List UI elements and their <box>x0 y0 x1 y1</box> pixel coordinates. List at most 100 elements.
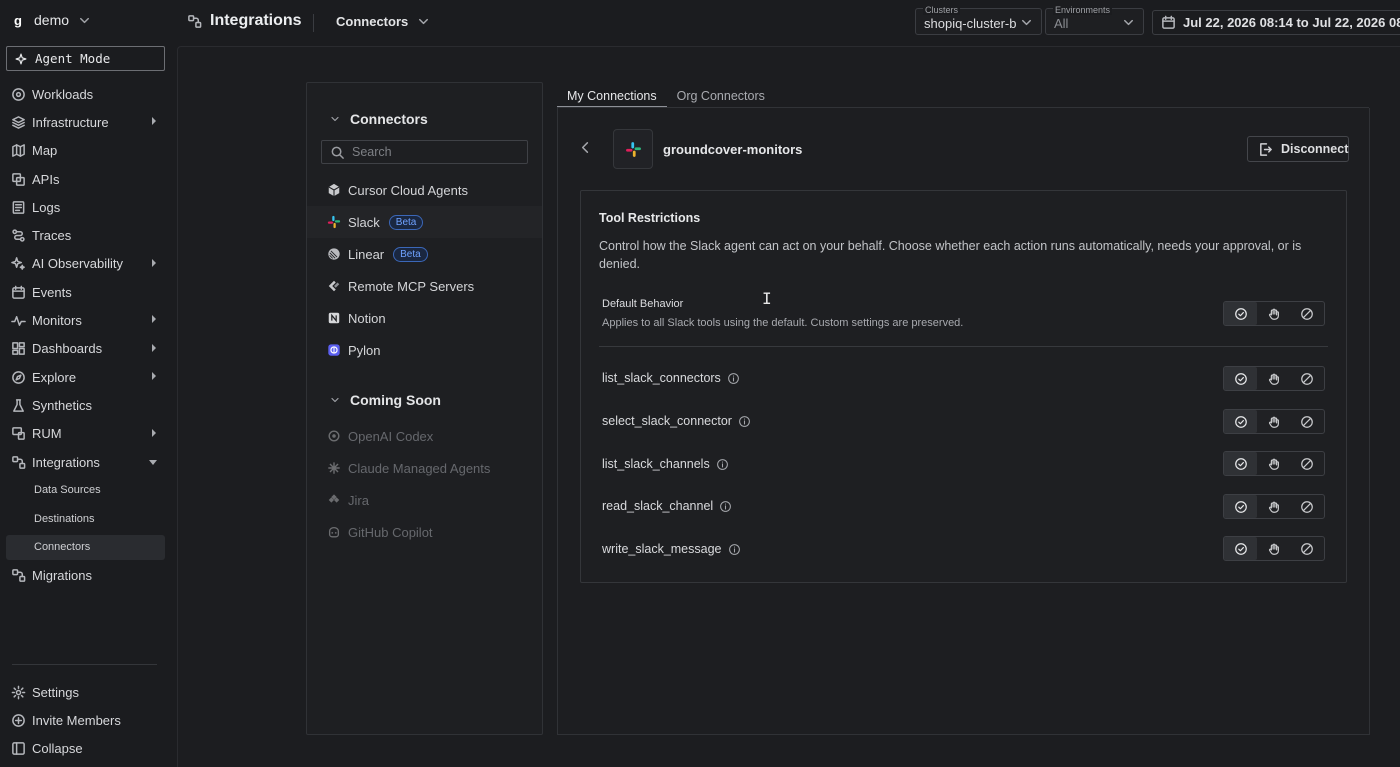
org-logo: g <box>14 12 22 28</box>
sidebar-item-map[interactable]: Map <box>0 137 176 165</box>
default-behavior-divider <box>599 346 1328 347</box>
sidebar: Agent Mode Workloads Infrastructure Map … <box>0 46 176 767</box>
allow-icon[interactable] <box>1224 367 1258 390</box>
date-range-picker[interactable]: Jul 22, 2026 08:14 to Jul 22, 2026 08: <box>1152 10 1400 35</box>
deny-icon[interactable] <box>1291 410 1324 433</box>
default-behavior-toggle <box>1223 301 1325 326</box>
sidebar-item-settings[interactable]: Settings <box>0 678 176 706</box>
connector-item-notion[interactable]: Notion <box>307 302 542 334</box>
sidebar-item-apis[interactable]: APIs <box>0 165 176 193</box>
sidebar-subitem-label: Data Sources <box>34 484 101 497</box>
environments-value: All <box>1054 16 1069 31</box>
sidebar-subitem-destinations[interactable]: Destinations <box>0 504 176 532</box>
info-icon[interactable] <box>719 500 732 513</box>
info-icon[interactable] <box>728 543 741 556</box>
chevron-left-icon[interactable] <box>578 140 593 155</box>
sidebar-item-synthetics[interactable]: Synthetics <box>0 391 176 419</box>
tool-permission-toggle <box>1223 494 1325 519</box>
tool-restrictions-card: Tool Restrictions Control how the Slack … <box>580 190 1347 583</box>
approval-hand-icon[interactable] <box>1257 410 1290 433</box>
sidebar-item-collapse[interactable]: Collapse <box>0 735 176 763</box>
sidebar-subitem-data-sources[interactable]: Data Sources <box>0 476 176 504</box>
sidebar-item-workloads[interactable]: Workloads <box>0 80 176 108</box>
sidebar-item-explore[interactable]: Explore <box>0 363 176 391</box>
compass-icon <box>11 370 26 385</box>
connector-item-slack[interactable]: Slack Beta <box>307 206 542 238</box>
chevron-down-icon <box>1121 15 1136 30</box>
sidebar-item-label: Integrations <box>32 454 100 470</box>
sidebar-item-label: Workloads <box>32 86 94 102</box>
deny-icon[interactable] <box>1291 537 1324 560</box>
connection-tabs: My Connections Org Connectors <box>557 84 775 108</box>
sidebar-item-traces[interactable]: Traces <box>0 221 176 249</box>
pulse-icon <box>11 313 26 328</box>
deny-icon[interactable] <box>1291 367 1324 390</box>
connector-item-cursor[interactable]: Cursor Cloud Agents <box>307 174 542 206</box>
deny-icon[interactable] <box>1291 452 1324 475</box>
environments-label: Environments <box>1053 5 1113 15</box>
tool-restrictions-description: Control how the Slack agent can act on y… <box>599 239 1302 271</box>
approval-hand-icon[interactable] <box>1257 537 1290 560</box>
tab-my-connections[interactable]: My Connections <box>557 84 667 108</box>
disconnect-button[interactable]: Disconnect <box>1247 136 1349 162</box>
sidebar-item-ai-observability[interactable]: AI Observability <box>0 250 176 278</box>
environments-select[interactable]: Environments All <box>1045 5 1144 35</box>
sidebar-item-dashboards[interactable]: Dashboards <box>0 335 176 363</box>
sidebar-item-label: APIs <box>32 171 60 187</box>
deny-icon[interactable] <box>1291 302 1324 325</box>
info-icon[interactable] <box>738 415 751 428</box>
page-header: Integrations <box>187 12 302 30</box>
sidebar-subitem-connectors[interactable]: Connectors <box>0 533 176 561</box>
sidebar-item-infrastructure[interactable]: Infrastructure <box>0 108 176 136</box>
sidebar-item-logs[interactable]: Logs <box>0 193 176 221</box>
sidebar-item-monitors[interactable]: Monitors <box>0 306 176 334</box>
sidebar-item-invite-members[interactable]: Invite Members <box>0 706 176 734</box>
beta-badge: Beta <box>388 214 424 230</box>
tool-permission-toggle <box>1223 536 1325 561</box>
caret-right-icon <box>152 343 156 352</box>
allow-icon[interactable] <box>1224 537 1258 560</box>
sidebar-item-events[interactable]: Events <box>0 278 176 306</box>
sparkle-icon <box>11 256 26 271</box>
sidebar-item-label: Settings <box>32 684 79 700</box>
sidebar-item-integrations[interactable]: Integrations <box>0 448 176 476</box>
org-switcher[interactable]: g demo <box>10 12 92 28</box>
approval-hand-icon[interactable] <box>1257 495 1290 518</box>
tool-name: list_slack_connectors <box>602 371 721 385</box>
tool-name: read_slack_channel <box>602 499 714 513</box>
connector-item-pylon[interactable]: Pylon <box>307 334 542 366</box>
sidebar-item-migrations[interactable]: Migrations <box>0 561 176 589</box>
approval-hand-icon[interactable] <box>1257 367 1290 390</box>
sidebar-bottom-nav: Settings Invite Members Collapse <box>0 678 176 763</box>
allow-icon[interactable] <box>1224 452 1258 475</box>
sidebar-item-label: Logs <box>32 199 61 215</box>
info-icon[interactable] <box>727 372 740 385</box>
approval-hand-icon[interactable] <box>1257 302 1290 325</box>
allow-icon[interactable] <box>1224 410 1258 433</box>
flask-icon <box>11 398 26 413</box>
coming-soon-heading: Coming Soon <box>350 392 441 408</box>
jira-icon <box>327 493 341 507</box>
search-placeholder: Search <box>352 145 392 159</box>
caret-right-icon <box>152 117 156 126</box>
agent-mode-button[interactable]: Agent Mode <box>6 46 165 71</box>
info-icon[interactable] <box>716 458 729 471</box>
breadcrumb-dropdown[interactable]: Connectors <box>336 14 431 29</box>
sidebar-divider <box>12 664 157 665</box>
approval-hand-icon[interactable] <box>1257 452 1290 475</box>
search-input[interactable]: Search <box>321 140 528 164</box>
sidebar-item-label: Invite Members <box>32 712 121 728</box>
sidebar-item-rum[interactable]: RUM <box>0 420 176 448</box>
connector-item-linear[interactable]: Linear Beta <box>307 238 542 270</box>
connectors-section-header[interactable]: Connectors <box>329 111 428 127</box>
coming-soon-section-header[interactable]: Coming Soon <box>329 392 441 408</box>
allow-icon[interactable] <box>1224 495 1258 518</box>
connector-item-remote-mcp[interactable]: Remote MCP Servers <box>307 270 542 302</box>
slack-logo-tile <box>613 129 653 169</box>
chevron-down-icon <box>329 113 341 125</box>
breadcrumb-label: Connectors <box>336 14 409 29</box>
deny-icon[interactable] <box>1291 495 1324 518</box>
tab-org-connectors[interactable]: Org Connectors <box>667 84 775 107</box>
allow-icon[interactable] <box>1224 302 1258 325</box>
clusters-select[interactable]: Clusters shopiq-cluster-b <box>915 5 1042 35</box>
